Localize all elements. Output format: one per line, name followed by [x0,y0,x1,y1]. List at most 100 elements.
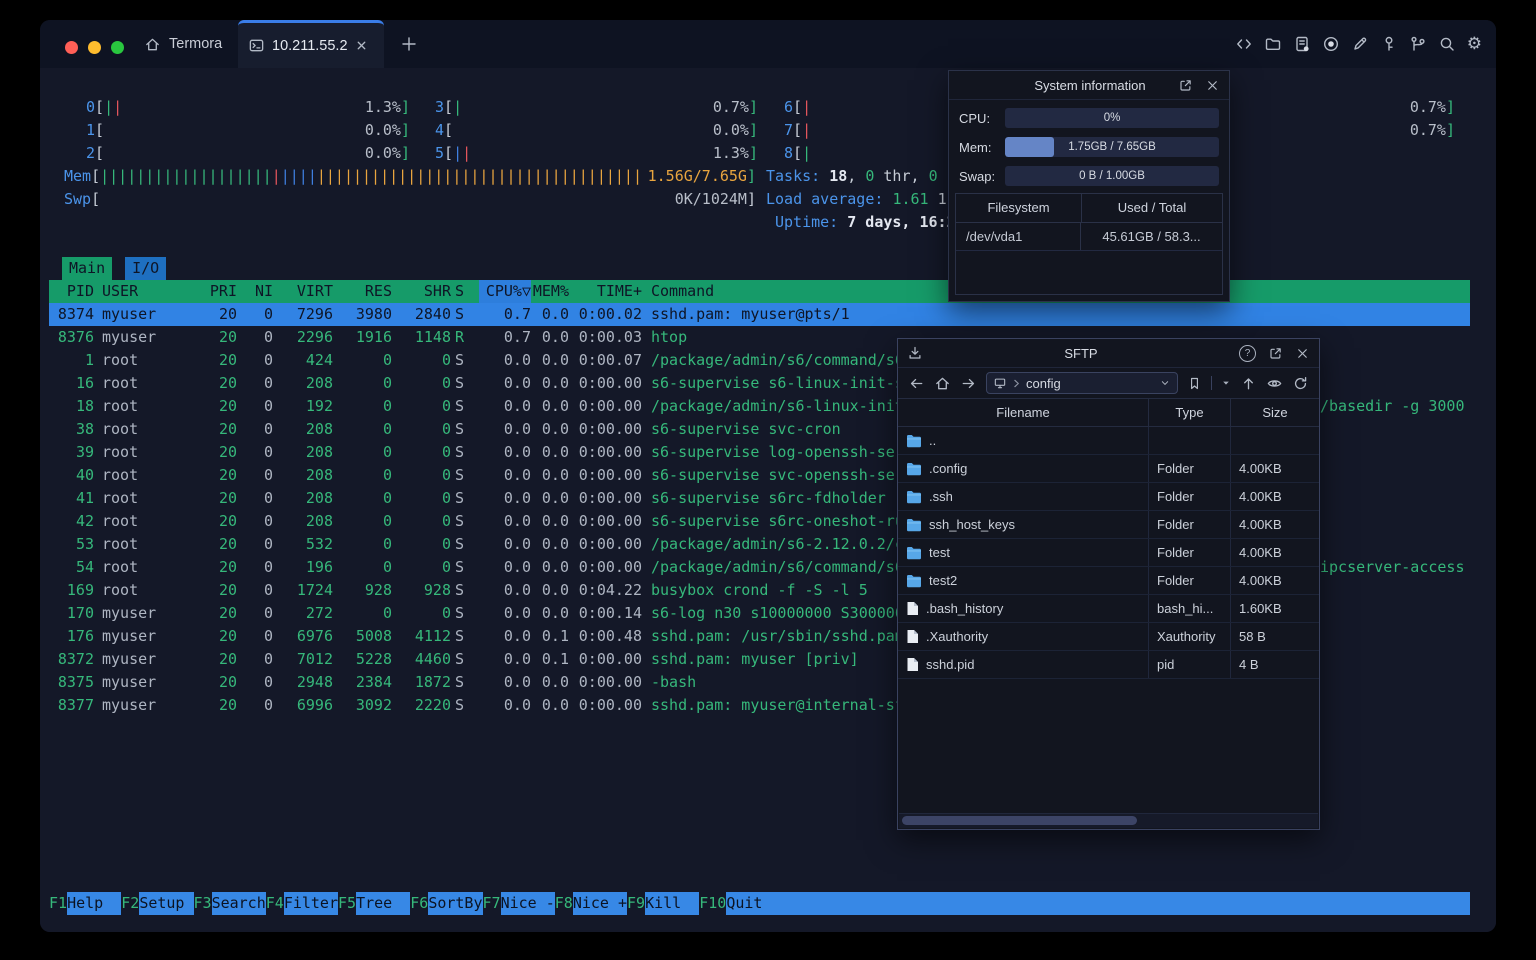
log-document-icon[interactable] [1293,35,1311,53]
sftp-file-row[interactable]: .. [898,427,1319,455]
file-type-cell [1149,427,1231,454]
used-total-column-header[interactable]: Used / Total [1082,194,1222,222]
htop-function-bar: F1 Help F2 Setup F3 Search F4 Filter F5 Tree F6… [49,892,1470,915]
column-header-s[interactable]: S [451,280,479,303]
sftp-header[interactable]: SFTP ? [898,339,1319,368]
fkey-action-filter: Filter [283,892,338,915]
htop-tab-main[interactable]: Main [62,257,113,280]
cpu-meter-1: 1[0.0%] [86,121,410,139]
tab-termora-home[interactable]: Termora [134,20,232,68]
sysinfo-metric-row: CPU: 0% [959,108,1219,128]
column-header-mem[interactable]: MEM% [531,280,569,303]
open-in-new-window-icon[interactable] [1268,346,1283,361]
sftp-file-row[interactable]: test Folder 4.00KB [898,539,1319,567]
column-header-ni[interactable]: NI [237,280,273,303]
column-header-time[interactable]: TIME+ [569,280,642,303]
sysinfo-metrics: CPU: 0% Mem: 1.75GB / 7.65GB Swap: 0 B / 1.00… [949,100,1229,186]
search-icon[interactable] [1438,35,1456,53]
folder-icon [906,462,922,476]
home-icon[interactable] [934,375,951,392]
size-column-header[interactable]: Size [1231,399,1319,426]
chevron-down-icon[interactable] [1159,377,1171,389]
sftp-file-row[interactable]: .ssh Folder 4.00KB [898,483,1319,511]
fkey-label: F3 [193,894,212,912]
htop-tabs: Main I/O [62,257,167,280]
cpu-meter-5: 5[|| 1.3%] [435,144,758,162]
filename-column-header[interactable]: Filename [898,399,1149,426]
horizontal-scrollbar[interactable] [899,813,1318,828]
sftp-file-row[interactable]: test2 Folder 4.00KB [898,567,1319,595]
close-panel-icon[interactable] [1205,78,1220,93]
show-hidden-eye-icon[interactable] [1266,375,1283,392]
tab-host-session[interactable]: 10.211.55.2 [238,20,384,68]
filesystem-table-header: Filesystem Used / Total [956,194,1222,223]
process-row[interactable]: 8374 myuser 20 0 7296 3980 2840 S 0.7 0.0 0:00.02 s… [49,303,1470,326]
column-header-pri[interactable]: PRI [208,280,237,303]
file-name-label: .bash_history [926,601,1004,616]
file-name-label: .Xauthority [926,629,989,644]
git-branch-icon[interactable] [1409,35,1427,53]
file-type-cell: Xauthority [1149,623,1231,650]
file-size-cell: 58 B [1239,629,1266,644]
sysinfo-metric-row: Swap: 0 B / 1.00GB [959,166,1219,186]
type-column-header[interactable]: Type [1149,399,1231,426]
file-name-cell: sshd.pid [898,651,1149,678]
folder-icon[interactable] [1264,35,1282,53]
back-icon[interactable] [908,375,925,392]
bookmark-icon[interactable] [1187,376,1202,391]
column-header-pid[interactable]: PID [49,280,94,303]
fkey-action-search: Search [211,892,266,915]
settings-gear-icon[interactable]: ⚙ [1467,35,1482,53]
sftp-file-row[interactable]: .config Folder 4.00KB [898,455,1319,483]
code-snippets-icon[interactable] [1235,35,1253,53]
forward-icon[interactable] [960,375,977,392]
sftp-file-row[interactable]: sshd.pid pid 4 B [898,651,1319,679]
transfers-download-icon[interactable] [907,345,923,361]
key-icon[interactable] [1380,35,1398,53]
scrollbar-thumb[interactable] [902,816,1137,825]
help-icon[interactable]: ? [1239,344,1256,362]
mem-meter: Mem[||||||||||||||||||||||||||||||||||||… [64,167,756,185]
fkey-action-help: Help [67,892,122,915]
file-size-cell: 4.00KB [1239,545,1282,560]
file-name-label: test2 [929,573,958,588]
sftp-file-row[interactable]: .bash_history bash_hi... 1.60KB [898,595,1319,623]
refresh-icon[interactable] [1292,375,1309,392]
breadcrumb-separator-icon [1012,379,1021,388]
computer-icon [993,376,1007,390]
file-name-label: .config [929,461,968,476]
column-header-cpu[interactable]: CPU%▽ [479,280,531,303]
bookmark-dropdown-icon[interactable] [1221,378,1231,388]
uptime-line: Uptime: 7 days, 16:2 [775,213,956,231]
file-name-cell: .Xauthority [898,623,1149,650]
process-table-header: PID USER PRI NI VIRT RES SHR S CPU%▽ MEM% TIME+ Com… [49,280,1470,303]
sftp-file-row[interactable]: ssh_host_keys Folder 4.00KB [898,511,1319,539]
close-tab-icon[interactable] [355,39,368,52]
column-header-res[interactable]: RES [333,280,392,303]
zoom-window-button[interactable] [111,41,124,54]
file-name-label: test [929,545,950,560]
new-tab-button[interactable] [400,35,418,53]
filesystem-column-header[interactable]: Filesystem [956,194,1083,222]
sftp-file-row[interactable]: .Xauthority Xauthority 58 B [898,623,1319,651]
parent-directory-icon[interactable] [1240,375,1257,392]
file-type-cell: Folder [1149,567,1231,594]
htop-tab-io[interactable]: I/O [125,257,167,280]
open-in-new-window-icon[interactable] [1178,78,1193,93]
path-breadcrumb[interactable]: config [986,372,1179,394]
close-window-button[interactable] [65,41,78,54]
edit-pencil-icon[interactable] [1351,35,1369,53]
fkey-label: F7 [482,894,501,912]
close-panel-icon[interactable] [1295,346,1310,361]
fkey-action-sortby: SortBy [428,892,483,915]
column-header-virt[interactable]: VIRT [273,280,333,303]
minimize-window-button[interactable] [88,41,101,54]
sysinfo-header[interactable]: System information [949,71,1229,100]
file-type-cell: Folder [1149,511,1231,538]
filesystem-row[interactable]: /dev/vda1 45.61GB / 58.3... [956,223,1222,251]
column-header-user[interactable]: USER [94,280,208,303]
cpu-meter-0: 0[|| 1.3%] [86,98,410,116]
column-header-shr[interactable]: SHR [392,280,451,303]
fkey-action-tree: Tree [356,892,411,915]
record-icon[interactable] [1322,35,1340,53]
